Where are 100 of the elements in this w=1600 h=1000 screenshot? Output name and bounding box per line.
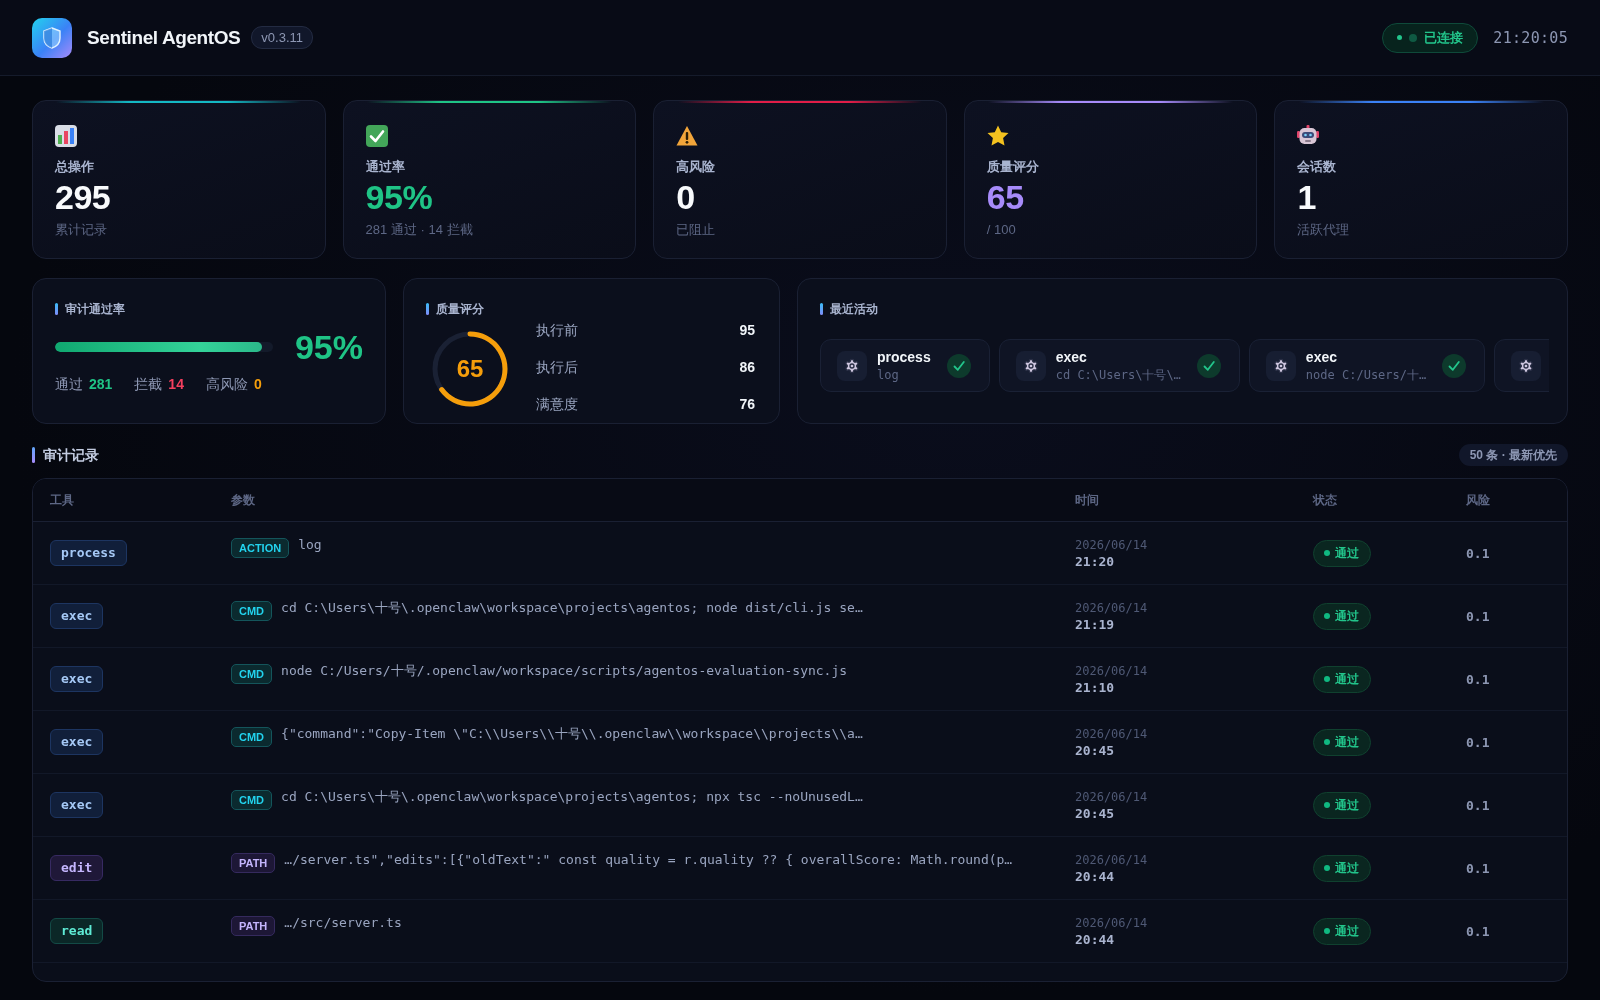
params-text: …/src/server.ts — [284, 914, 402, 932]
status-badge: 通过 — [1313, 728, 1371, 756]
activity-item[interactable]: exec node C:/Users/十… — [1248, 339, 1486, 392]
gear-icon — [1511, 350, 1542, 381]
status-badge: 通过 — [1313, 854, 1371, 882]
app-title: Sentinel AgentOS — [87, 26, 241, 49]
tool-tag: edit — [50, 855, 104, 881]
gear-icon — [837, 350, 867, 381]
stat-value: 65 — [986, 179, 1025, 215]
gear-icon — [1265, 350, 1296, 381]
stat-value: 0 — [676, 179, 696, 215]
risk-score: 0.1 — [1466, 608, 1490, 624]
type-tag: CMD — [231, 790, 273, 810]
stat-value: 1 — [1297, 179, 1317, 215]
stat-label: 高风险 — [676, 159, 717, 175]
date-text: 2026/06/14 — [1075, 851, 1148, 868]
stat-note: 累计记录 — [55, 221, 108, 239]
count-badge: 50 条 · 最新优先 — [1458, 444, 1568, 466]
version-badge: v0.3.11 — [251, 26, 314, 49]
status-dot-icon — [1324, 676, 1330, 682]
date-text: 2026/06/14 — [1075, 599, 1148, 616]
params-text: cd C:\Users\十号\.openclaw\workspace\projects\agentos; node dist/cli.js se… — [281, 599, 863, 617]
stat-label: 会话数 — [1297, 159, 1338, 175]
time-text: 21:10 — [1075, 678, 1116, 696]
params-text: log — [298, 536, 322, 554]
params-text: {"command":"Copy-Item \"C:\\Users\\十号\\.openclaw\\workspace\\projects\\a… — [281, 725, 863, 743]
tool-tag: process — [50, 540, 127, 566]
pass-percent: 95% — [294, 329, 363, 365]
status-badge: 通过 — [1313, 791, 1371, 819]
stat-label: 质量评分 — [986, 159, 1040, 175]
stat-label: 通过率 — [365, 159, 406, 175]
activity-name: process — [877, 348, 931, 366]
status-dot-icon — [1324, 865, 1330, 871]
stat-value: 281 — [89, 375, 113, 393]
panel-title: 质量评分 — [426, 301, 484, 317]
type-tag: PATH — [231, 916, 276, 936]
column-header: 工具 — [50, 492, 74, 507]
metric-label: 执行前 — [536, 321, 578, 340]
risk-score: 0.1 — [1466, 545, 1490, 561]
activity-name: exec — [1305, 348, 1338, 366]
stat-label: 高风险 — [205, 375, 248, 393]
warning-icon — [676, 125, 699, 147]
time-text: 20:45 — [1075, 741, 1116, 759]
date-text: 2026/06/14 — [1075, 536, 1148, 553]
tool-tag: exec — [50, 729, 104, 755]
type-tag: PATH — [231, 853, 276, 873]
stat-label: 总操作 — [55, 159, 95, 175]
bar-chart-icon — [55, 125, 77, 147]
date-text: 2026/06/14 — [1075, 914, 1148, 931]
params-text: …/server.ts","edits":[{"oldText":" const quality = r.quality ?? { overallScore: Math.round(p… — [284, 851, 1013, 869]
status-dot-icon — [1324, 550, 1330, 556]
stat-note: 已阻止 — [676, 221, 717, 239]
status-badge: 通过 — [1313, 602, 1371, 630]
stat-value: 95% — [365, 179, 434, 215]
risk-score: 0.1 — [1466, 797, 1490, 813]
risk-score: 0.1 — [1466, 860, 1490, 876]
params-text: node C:/Users/十号/.openclaw/workspace/scripts/agentos-evaluation-sync.js — [281, 662, 848, 680]
tool-tag: exec — [50, 603, 104, 629]
shield-logo-icon — [32, 17, 72, 58]
status-dot-icon — [1324, 613, 1330, 619]
panel-title: 审计通过率 — [55, 301, 125, 317]
metric-value: 76 — [739, 395, 755, 414]
date-text: 2026/06/14 — [1075, 725, 1148, 742]
column-header: 状态 — [1313, 492, 1337, 507]
metric-value: 95 — [739, 321, 755, 340]
star-icon — [986, 125, 1009, 147]
stat-value: 0 — [253, 375, 262, 393]
tool-tag: read — [50, 918, 104, 944]
connection-status: 已连接 — [1382, 22, 1479, 53]
status-badge: 通过 — [1313, 917, 1371, 945]
date-text: 2026/06/14 — [1075, 788, 1148, 805]
status-dot-icon — [1324, 739, 1330, 745]
column-header: 风险 — [1466, 492, 1490, 507]
activity-detail: log — [877, 367, 900, 383]
metric-label: 满意度 — [536, 395, 578, 414]
activity-item[interactable]: exec cd C:\Users\十号\… — [998, 339, 1240, 392]
score-value: 65 — [456, 355, 484, 383]
activity-item[interactable]: process log — [820, 339, 990, 392]
stat-note: 281 通过 · 14 拦截 — [365, 221, 474, 239]
status-dot-icon — [1397, 35, 1403, 40]
type-tag: CMD — [231, 664, 273, 684]
type-tag: CMD — [231, 601, 273, 621]
activity-detail: node C:/Users/十… — [1305, 367, 1427, 383]
stat-note: / 100 — [986, 221, 1017, 239]
risk-score: 0.1 — [1466, 671, 1490, 687]
stat-value: 295 — [55, 179, 112, 215]
status-badge: 通过 — [1313, 539, 1371, 567]
check-box-icon — [365, 125, 388, 147]
status-dot-icon — [1324, 802, 1330, 808]
column-header: 时间 — [1075, 492, 1099, 507]
metric-value: 86 — [739, 358, 755, 377]
section-title: 审计记录 — [32, 446, 99, 464]
type-tag: ACTION — [231, 538, 290, 558]
status-badge: 通过 — [1313, 665, 1371, 693]
time-text: 20:45 — [1075, 804, 1116, 822]
time-text: 20:44 — [1075, 867, 1116, 885]
time-text: 21:20 — [1075, 552, 1116, 570]
activity-item[interactable] — [1494, 339, 1549, 392]
risk-score: 0.1 — [1466, 734, 1490, 750]
gear-icon — [1015, 350, 1046, 381]
